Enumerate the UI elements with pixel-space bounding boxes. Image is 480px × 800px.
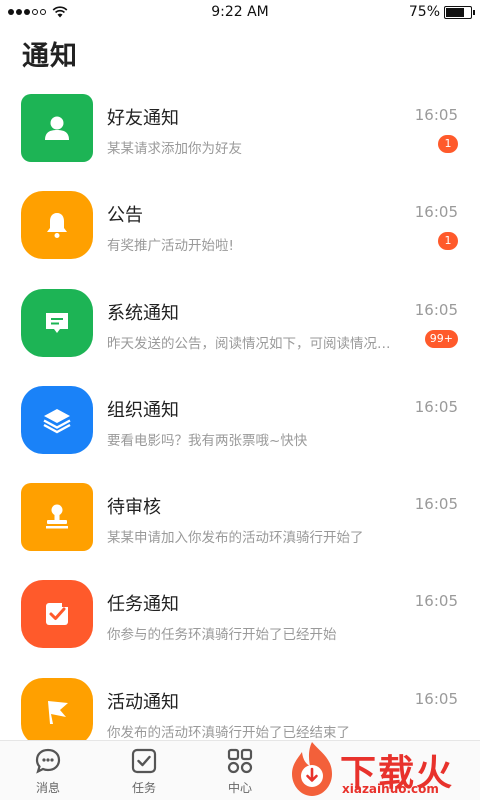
item-time: 16:05 [414,106,458,124]
item-subtitle: 要看电影吗？我有两张票哦~快快 [107,432,308,449]
item-icon-box [21,94,93,162]
checkbox-icon [46,601,70,626]
status-right: 75% [408,4,475,20]
item-icon-box [21,483,93,552]
item-subtitle: 有奖推广活动开始啦! [107,238,234,255]
item-title: 系统通知 [107,302,179,324]
stamp-icon [46,504,68,529]
unread-badge: 1 [438,135,458,153]
list-item-task[interactable]: 任务通知 16:05 你参与的任务环滇骑行开始了已经开始 [0,574,480,671]
item-subtitle: 某某申请加入你发布的活动环滇骑行开始了 [107,530,364,547]
item-title: 任务通知 [107,594,179,616]
watermark-logo: 下载火 xiazaihuo.com [282,738,480,800]
item-time: 16:05 [414,495,458,514]
item-icon-box [21,677,93,746]
item-subtitle: 昨天发送的公告，阅读情况如下，可阅读情况如下 [107,335,397,352]
watermark-url: xiazaihuo.com [342,782,439,796]
unread-badge: 99+ [424,329,458,348]
message-icon [46,312,68,333]
list-item-pending-review[interactable]: 待审核 16:05 某某申请加入你发布的活动环滇骑行开始了 [0,477,480,574]
list-item-friend[interactable]: 好友通知 16:05 某某请求添加你为好友 1 [0,88,480,185]
item-title: 活动通知 [107,691,179,713]
layers-icon [43,408,71,434]
battery-percent: 75% [408,4,440,20]
item-icon-box [21,580,93,649]
tab-label: 消息 [35,781,60,795]
user-icon [45,116,69,140]
flame-logo-icon [292,742,332,796]
tab-label: 中心 [227,781,252,795]
item-icon-box [21,385,93,454]
battery-icon [444,5,475,19]
tab-tasks[interactable]: 任务 [96,747,192,796]
grid-icon [226,747,254,775]
item-subtitle: 你参与的任务环滇骑行开始了已经开始 [107,627,337,644]
item-title: 公告 [107,205,143,227]
notification-list: 好友通知 16:05 某某请求添加你为好友 1 公告 16:05 有奖推广活动开… [0,88,480,769]
tab-center[interactable]: 中心 [192,747,288,796]
list-item-announcement[interactable]: 公告 16:05 有奖推广活动开始啦! 1 [0,185,480,282]
bell-icon [47,213,67,239]
list-item-system[interactable]: 系统通知 16:05 昨天发送的公告，阅读情况如下，可阅读情况如下 99+ [0,283,480,380]
list-item-organization[interactable]: 组织通知 16:05 要看电影吗？我有两张票哦~快快 [0,380,480,477]
item-time: 16:05 [414,689,458,708]
item-subtitle: 某某请求添加你为好友 [107,141,242,157]
item-time: 16:05 [414,397,458,416]
item-time: 16:05 [414,592,458,611]
tab-label: 任务 [131,781,156,795]
item-title: 待审核 [107,497,161,519]
item-time: 16:05 [414,203,458,222]
tab-messages[interactable]: 消息 [0,747,96,796]
item-title: 组织通知 [107,399,179,421]
flag-icon [48,700,68,724]
item-time: 16:05 [414,300,458,319]
item-title: 好友通知 [107,108,179,129]
status-bar: 9:22 AM 75% [0,0,480,26]
item-icon-box [21,288,93,357]
unread-badge: 1 [438,232,458,251]
chat-icon [34,747,62,775]
task-icon [130,747,158,775]
item-icon-box [21,191,93,260]
page-title: 通知 [22,41,78,72]
